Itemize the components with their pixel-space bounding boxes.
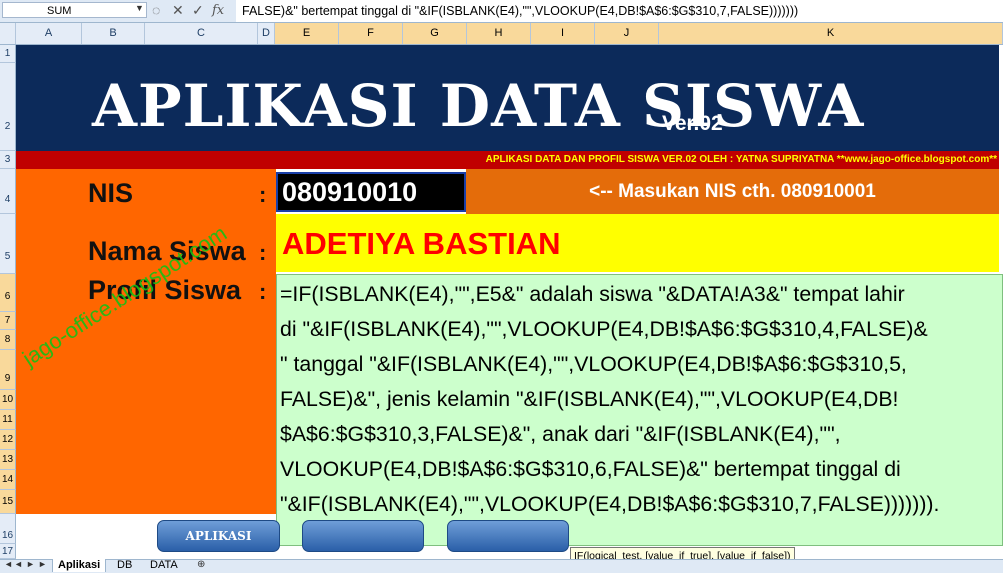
credit-text: APLIKASI DATA DAN PROFIL SISWA VER.02 OL… — [485, 154, 997, 165]
formula-line: " tanggal "&IF(ISBLANK(E4),"",VLOOKUP(E4… — [280, 352, 907, 376]
app-title: APLIKASI DATA SISWA — [92, 72, 865, 140]
nis-hint: <-- Masukan NIS cth. 080910001 — [589, 181, 876, 202]
version-label: Ver.02 — [662, 112, 723, 135]
nav-button-3[interactable] — [447, 520, 569, 552]
row-header-17[interactable]: 17 — [0, 544, 16, 559]
collapse-handle-icon[interactable]: ◌ — [152, 1, 160, 20]
name-box-dropdown-icon[interactable]: ▼ — [135, 3, 144, 13]
row-header-6[interactable]: 6 — [0, 274, 16, 312]
nis-colon: : — [259, 182, 267, 207]
name-box[interactable]: SUM — [2, 2, 147, 18]
column-header-j[interactable]: J — [595, 23, 659, 44]
first-sheet-icon[interactable]: ◄ — [4, 559, 13, 569]
column-header-c[interactable]: C — [145, 23, 258, 44]
row-header-8[interactable]: 8 — [0, 330, 16, 350]
row-header-2[interactable]: 2 — [0, 63, 16, 151]
row-header-3[interactable]: 3 — [0, 151, 16, 169]
row-header-5[interactable]: 5 — [0, 214, 16, 274]
tab-data[interactable]: DATA — [145, 559, 183, 572]
top-band — [16, 45, 999, 63]
row-header-12[interactable]: 12 — [0, 430, 16, 450]
row-header-10[interactable]: 10 — [0, 390, 16, 410]
prev-sheet-icon[interactable]: ◄ — [14, 559, 23, 569]
next-sheet-icon[interactable]: ► — [26, 559, 35, 569]
column-header-d[interactable]: D — [258, 23, 275, 44]
profil-colon: : — [259, 279, 267, 304]
row-header-9[interactable]: 9 — [0, 350, 16, 390]
profil-formula[interactable]: =IF(ISBLANK(E4),"",E5&" adalah siswa "&D… — [280, 277, 1002, 522]
formula-line: "&IF(ISBLANK(E4),"",VLOOKUP(E4,DB!$A$6:$… — [280, 492, 940, 516]
formula-line: FALSE)&", jenis kelamin "&IF(ISBLANK(E4)… — [280, 387, 899, 411]
cancel-icon[interactable]: ✕ — [172, 1, 184, 20]
row-header-13[interactable]: 13 — [0, 450, 16, 470]
column-header-e[interactable]: E — [275, 23, 339, 44]
column-header-b[interactable]: B — [82, 23, 145, 44]
formula-line: di "&IF(ISBLANK(E4),"",VLOOKUP(E4,DB!$A$… — [280, 317, 928, 341]
tab-db[interactable]: DB — [112, 559, 137, 572]
column-header-g[interactable]: G — [403, 23, 467, 44]
column-header-a[interactable]: A — [16, 23, 82, 44]
aplikasi-button[interactable]: APLIKASI — [157, 520, 280, 552]
column-header-i[interactable]: I — [531, 23, 595, 44]
select-all-corner[interactable] — [0, 23, 16, 44]
nama-value: ADETIYA BASTIAN — [282, 226, 561, 261]
row-header-14[interactable]: 14 — [0, 470, 16, 490]
column-header-f[interactable]: F — [339, 23, 403, 44]
nama-colon: : — [259, 240, 267, 265]
last-sheet-icon[interactable]: ► — [38, 559, 47, 569]
enter-icon[interactable]: ✓ — [192, 1, 204, 20]
formula-input[interactable]: FALSE)&" bertempat tinggal di "&IF(ISBLA… — [236, 0, 1003, 22]
function-icon[interactable]: fx — [212, 1, 224, 20]
formula-buttons: ◌ ✕ ✓ fx — [152, 1, 232, 20]
row-header-11[interactable]: 11 — [0, 410, 16, 430]
nav-button-2[interactable] — [302, 520, 424, 552]
row-header-15[interactable]: 15 — [0, 490, 16, 514]
tab-aplikasi[interactable]: Aplikasi — [52, 559, 107, 572]
formula-line: $A$6:$G$310,3,FALSE)&", anak dari "&IF(I… — [280, 422, 841, 446]
row-header-7[interactable]: 7 — [0, 312, 16, 330]
column-header-h[interactable]: H — [467, 23, 531, 44]
formula-line: VLOOKUP(E4,DB!$A$6:$G$310,6,FALSE)&" ber… — [280, 457, 901, 481]
column-header-bar: A B C D E F G H I J K — [0, 23, 1003, 45]
nis-value: 080910010 — [282, 177, 418, 207]
nis-label: NIS — [88, 178, 134, 208]
row-header-16[interactable]: 16 — [0, 514, 16, 544]
row-header-1[interactable]: 1 — [0, 45, 16, 63]
formula-line: =IF(ISBLANK(E4),"",E5&" adalah siswa "&D… — [280, 282, 905, 306]
insert-sheet-icon[interactable]: ⊕ — [197, 559, 205, 570]
row-header-4[interactable]: 4 — [0, 169, 16, 214]
column-header-k[interactable]: K — [659, 23, 1003, 44]
